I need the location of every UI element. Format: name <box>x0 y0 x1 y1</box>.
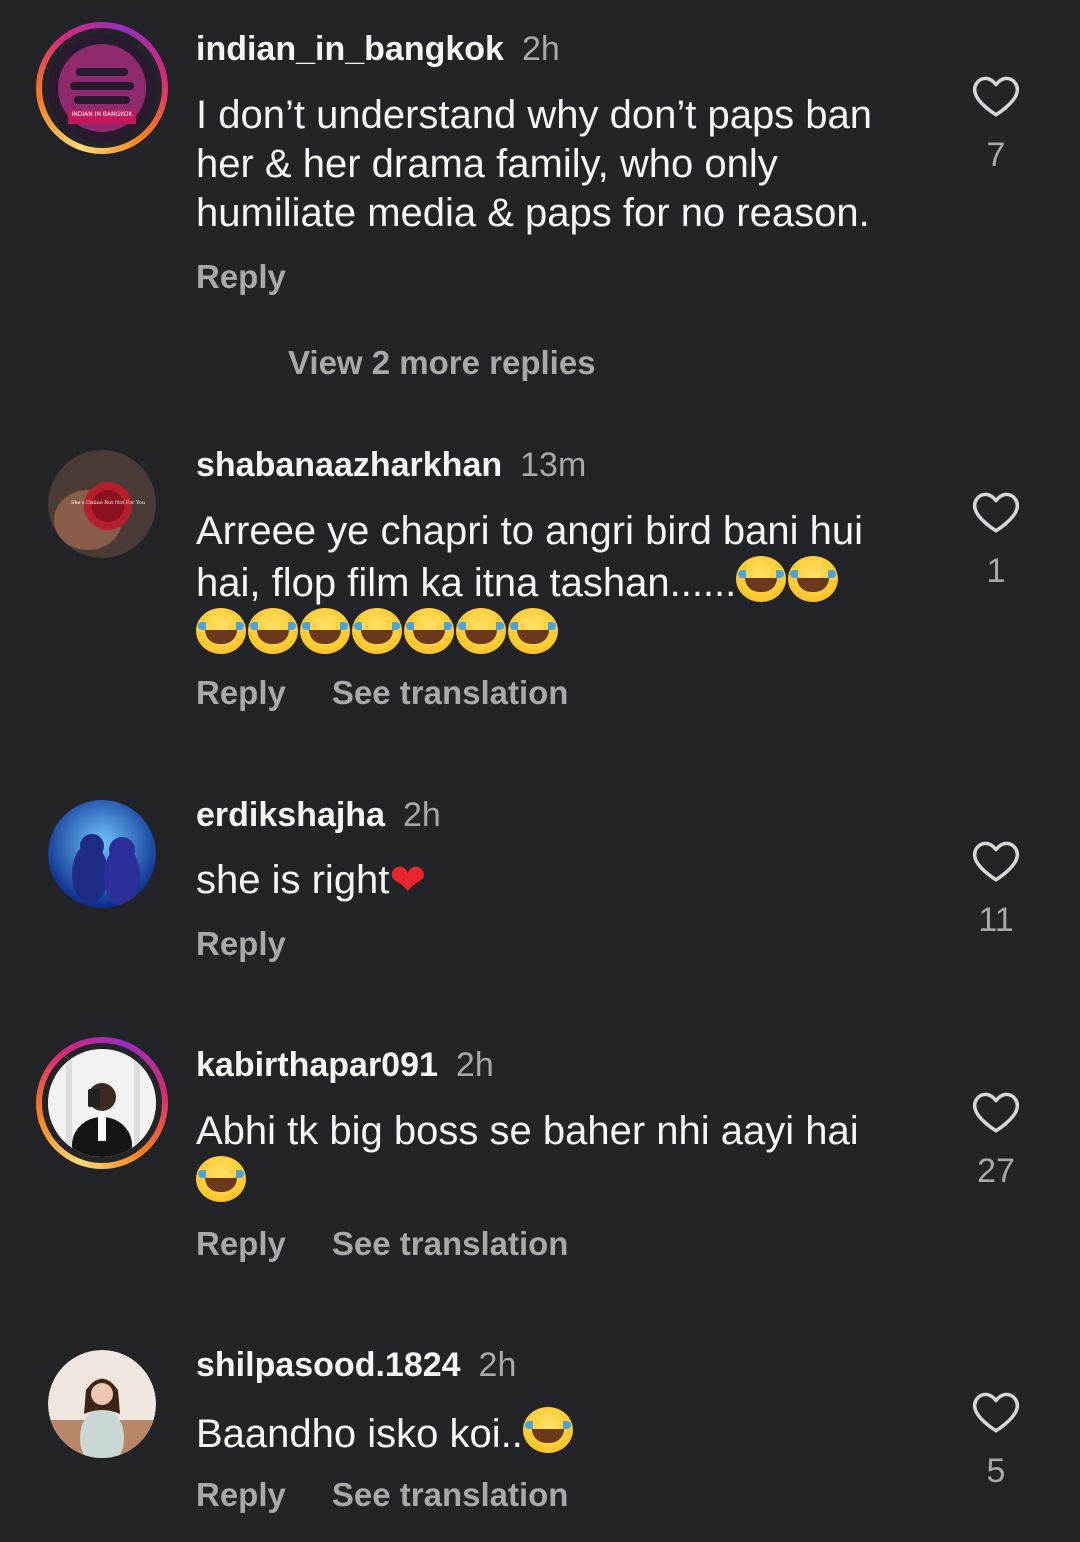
comment-username[interactable]: shabanaazharkhan 13m <box>196 446 586 485</box>
like-count: 5 <box>986 1452 1006 1490</box>
comment-username[interactable]: erdikshajha 2h <box>196 796 441 835</box>
like-count: 1 <box>986 552 1006 590</box>
comment-actions: Reply <box>196 258 286 296</box>
comment-text: Abhi tk big boss se baher nhi aayi hai <box>196 1107 916 1208</box>
username-text[interactable]: kabirthapar091 <box>196 1046 438 1084</box>
avatar[interactable]: INDIAN IN BANGKOK <box>36 22 168 154</box>
like-column: 11 <box>960 837 1032 940</box>
avatar-image <box>48 1049 156 1157</box>
face-with-tears-of-joy-icon <box>352 608 402 654</box>
like-count: 11 <box>978 901 1014 939</box>
face-with-tears-of-joy-icon <box>248 608 298 654</box>
reply-button[interactable]: Reply <box>196 674 286 711</box>
heart-outline-icon[interactable] <box>971 1388 1021 1434</box>
like-count: 7 <box>986 136 1006 174</box>
comment-text-content: Abhi tk big boss se baher nhi aayi hai <box>196 1109 859 1153</box>
view-more-replies-button[interactable]: View 2 more replies <box>288 344 596 382</box>
comment-text: Arreee ye chapri to angri bird bani hui … <box>196 507 916 660</box>
avatar-image <box>48 1350 156 1458</box>
comment-text: I don’t understand why don’t paps ban he… <box>196 93 873 235</box>
comment-text-content: she is right <box>196 858 390 902</box>
like-column: 1 <box>960 488 1032 591</box>
face-with-tears-of-joy-icon <box>404 608 454 654</box>
heart-outline-icon[interactable] <box>971 837 1021 883</box>
username-text[interactable]: indian_in_bangkok <box>196 30 504 68</box>
like-column: 27 <box>960 1088 1032 1191</box>
red-heart-icon: ❤ <box>389 855 427 906</box>
reply-button[interactable]: Reply <box>196 258 286 295</box>
avatar[interactable]: She's Online But Not For You <box>36 438 168 570</box>
username-text[interactable]: shabanaazharkhan <box>196 446 502 484</box>
face-with-tears-of-joy-icon <box>788 556 839 602</box>
comment-text: she is right❤ <box>196 856 916 905</box>
like-count: 27 <box>977 1152 1015 1190</box>
face-with-tears-of-joy-icon <box>196 1156 246 1202</box>
avatar[interactable] <box>36 788 168 920</box>
heart-outline-icon[interactable] <box>971 488 1021 534</box>
face-with-tears-of-joy-icon <box>300 608 350 654</box>
comment-actions: Reply See translation <box>196 674 568 712</box>
see-translation-button[interactable]: See translation <box>332 1225 569 1262</box>
comment-username[interactable]: indian_in_bangkok 2h <box>196 30 560 69</box>
heart-outline-icon[interactable] <box>971 72 1021 118</box>
like-column: 5 <box>960 1388 1032 1491</box>
reply-button[interactable]: Reply <box>196 1225 286 1262</box>
comment-time: 2h <box>478 1346 517 1384</box>
comment-text-content: Baandho isko koi.. <box>196 1412 523 1456</box>
face-with-tears-of-joy-icon <box>522 1407 573 1453</box>
face-with-tears-of-joy-icon <box>196 608 246 654</box>
see-translation-button[interactable]: See translation <box>332 1476 569 1513</box>
see-translation-button[interactable]: See translation <box>332 674 569 711</box>
reply-button[interactable]: Reply <box>196 925 286 962</box>
comment-username[interactable]: shilpasood.1824 2h <box>196 1346 516 1385</box>
avatar-image: She's Online But Not For You <box>48 450 156 558</box>
face-with-tears-of-joy-icon <box>736 556 787 602</box>
comment-time: 2h <box>455 1046 494 1084</box>
comment-username[interactable]: kabirthapar091 2h <box>196 1046 494 1085</box>
comment-time: 2h <box>521 30 560 68</box>
avatar[interactable] <box>36 1338 168 1470</box>
comment-actions: Reply <box>196 925 286 963</box>
comment-time: 2h <box>402 796 441 834</box>
username-text[interactable]: shilpasood.1824 <box>196 1346 461 1384</box>
heart-outline-icon[interactable] <box>971 1088 1021 1134</box>
comment-actions: Reply See translation <box>196 1225 568 1263</box>
avatar[interactable] <box>36 1037 168 1169</box>
comment-time: 13m <box>520 446 587 484</box>
like-column: 7 <box>960 72 1032 175</box>
comment-text: Baandho isko koi.. <box>196 1407 916 1459</box>
comment-actions: Reply See translation <box>196 1476 568 1514</box>
avatar-image <box>48 800 156 908</box>
face-with-tears-of-joy-icon <box>456 608 506 654</box>
face-with-tears-of-joy-icon <box>508 608 558 654</box>
reply-button[interactable]: Reply <box>196 1476 286 1513</box>
username-text[interactable]: erdikshajha <box>196 796 385 834</box>
avatar-image: INDIAN IN BANGKOK <box>48 34 156 142</box>
avatar-logo-text: INDIAN IN BANGKOK <box>72 111 134 118</box>
avatar-logo-text: She's Online But Not For You <box>71 500 146 506</box>
